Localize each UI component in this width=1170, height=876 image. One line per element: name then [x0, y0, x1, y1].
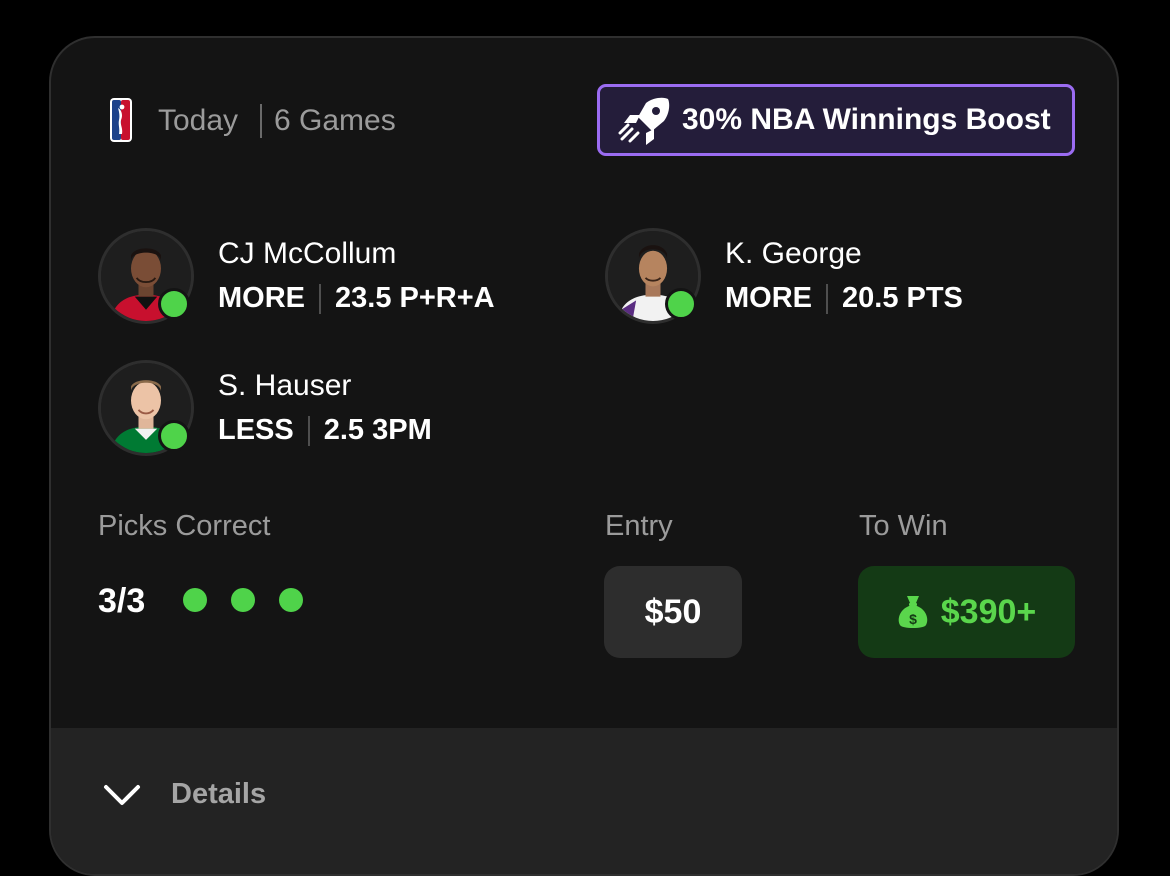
nba-logo-icon: [110, 98, 132, 142]
pick-direction: MORE: [725, 282, 812, 314]
correct-pick-dot: [183, 588, 207, 612]
header-divider: [260, 104, 262, 138]
pick-item[interactable]: K. George MORE 20.5 PTS: [605, 228, 1045, 328]
money-bag-icon: $: [898, 596, 928, 628]
to-win-box: $ $390+: [858, 566, 1075, 658]
pick-item[interactable]: CJ McCollum MORE 23.5 P+R+A: [98, 228, 538, 328]
pick-hit-indicator: [158, 420, 190, 452]
details-label: Details: [171, 778, 267, 810]
entry-amount-box: $50: [604, 566, 742, 658]
games-count-label: 6 Games: [274, 104, 396, 137]
pick-separator: [307, 415, 310, 446]
player-avatar: [605, 228, 701, 324]
to-win-label: To Win: [859, 510, 948, 542]
pick-direction: LESS: [218, 414, 294, 446]
details-toggle[interactable]: Details: [103, 778, 266, 811]
correct-pick-dot: [279, 588, 303, 612]
pick-line: MORE 23.5 P+R+A: [218, 282, 495, 315]
picks-correct-label: Picks Correct: [98, 510, 271, 542]
correct-pick-dot: [231, 588, 255, 612]
card-footer: Details: [51, 728, 1117, 874]
rocket-icon: [618, 97, 670, 145]
pick-hit-indicator: [665, 288, 697, 320]
entry-amount: $50: [644, 592, 702, 631]
pick-separator: [319, 283, 321, 314]
pick-line: MORE 20.5 PTS: [725, 282, 963, 315]
pick-stat: 23.5 P+R+A: [335, 282, 495, 314]
date-label: Today: [158, 104, 239, 137]
pick-separator: [826, 283, 828, 314]
lineup-card[interactable]: Today 6 Games 30% NBA Winnings Boost CJ …: [49, 36, 1119, 876]
boost-label: 30% NBA Winnings Boost: [682, 103, 1051, 136]
pick-stat: 20.5 PTS: [842, 282, 963, 314]
pick-stat: 2.5 3PM: [323, 414, 432, 446]
pick-direction: MORE: [218, 282, 305, 314]
to-win-amount: $390+: [940, 592, 1037, 631]
player-name: S. Hauser: [218, 369, 352, 402]
player-name: CJ McCollum: [218, 237, 397, 270]
player-avatar: [98, 360, 194, 456]
player-name: K. George: [725, 237, 862, 270]
picks-correct-value: 3/3: [98, 582, 146, 620]
svg-text:$: $: [909, 611, 917, 627]
pick-hit-indicator: [158, 288, 190, 320]
card-header: Today 6 Games 30% NBA Winnings Boost: [51, 38, 1117, 208]
entry-label: Entry: [605, 510, 673, 542]
pick-item[interactable]: S. Hauser LESS 2.5 3PM: [98, 360, 538, 460]
pick-line: LESS 2.5 3PM: [218, 414, 432, 447]
winnings-boost-badge[interactable]: 30% NBA Winnings Boost: [597, 84, 1075, 156]
chevron-down-icon: [104, 784, 140, 805]
player-avatar: [98, 228, 194, 324]
